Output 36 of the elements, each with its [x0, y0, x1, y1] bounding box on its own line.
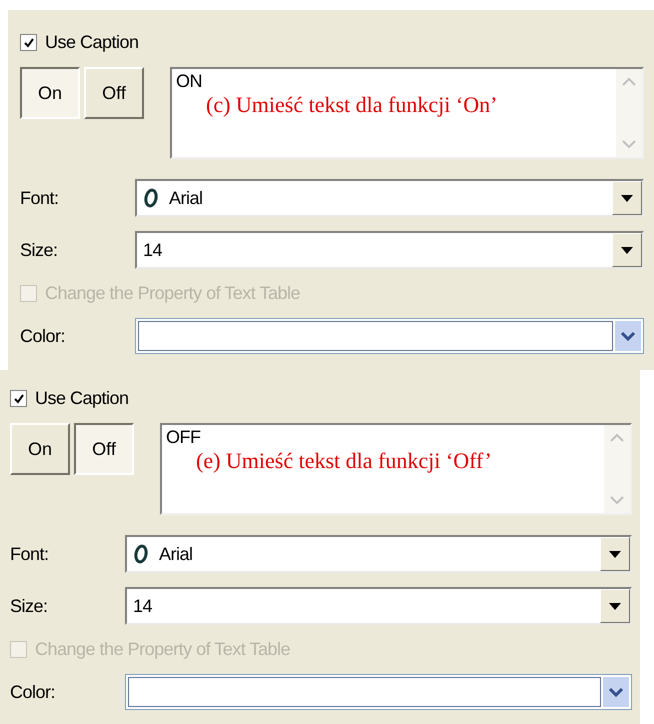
size-dropdown[interactable]: 14	[125, 587, 632, 625]
font-type-icon	[143, 188, 159, 208]
size-dropdown[interactable]: 14	[135, 231, 644, 269]
dropdown-arrow-icon	[609, 602, 621, 610]
annotation-text: (c) Umieść tekst dla funkcji ‘On’	[206, 92, 498, 118]
toggle-button[interactable]: On	[20, 67, 80, 119]
font-label: Font:	[20, 188, 60, 208]
toggle-button[interactable]: On	[10, 423, 70, 475]
caption-text-area[interactable]: ON (c) Umieść tekst dla funkcji ‘On’	[170, 67, 644, 159]
chevron-down-icon	[621, 332, 635, 340]
font-label: Font:	[10, 544, 50, 564]
use-caption-checkbox[interactable]	[10, 390, 27, 407]
toggle-button[interactable]: Off	[74, 423, 134, 475]
checkmark-icon	[22, 36, 34, 48]
font-dropdown[interactable]: Arial	[125, 535, 632, 573]
use-caption-label: Use Caption	[45, 32, 139, 53]
font-dropdown[interactable]: Arial	[135, 179, 644, 217]
size-label: Size:	[10, 596, 49, 616]
toggle-button[interactable]: Off	[84, 67, 144, 119]
color-dropdown[interactable]	[135, 318, 644, 354]
annotation-text: (e) Umieść tekst dla funkcji ‘Off’	[196, 448, 492, 474]
chevron-down-icon	[609, 688, 623, 696]
use-caption-checkbox[interactable]	[20, 34, 37, 51]
color-dropdown[interactable]	[125, 674, 632, 710]
caption-text: OFF	[166, 427, 200, 448]
use-caption-label: Use Caption	[35, 388, 129, 409]
dropdown-arrow-icon	[609, 550, 621, 558]
checkmark-icon	[12, 392, 24, 404]
dropdown-arrow-icon	[621, 246, 633, 254]
size-label: Size:	[20, 240, 59, 260]
caption-text: ON	[176, 71, 202, 92]
caption-text-area[interactable]: OFF (e) Umieść tekst dla funkcji ‘Off’	[160, 423, 632, 515]
dropdown-arrow-icon	[621, 194, 633, 202]
color-label: Color:	[20, 326, 66, 346]
font-type-icon	[133, 544, 149, 564]
color-label: Color:	[10, 682, 56, 702]
